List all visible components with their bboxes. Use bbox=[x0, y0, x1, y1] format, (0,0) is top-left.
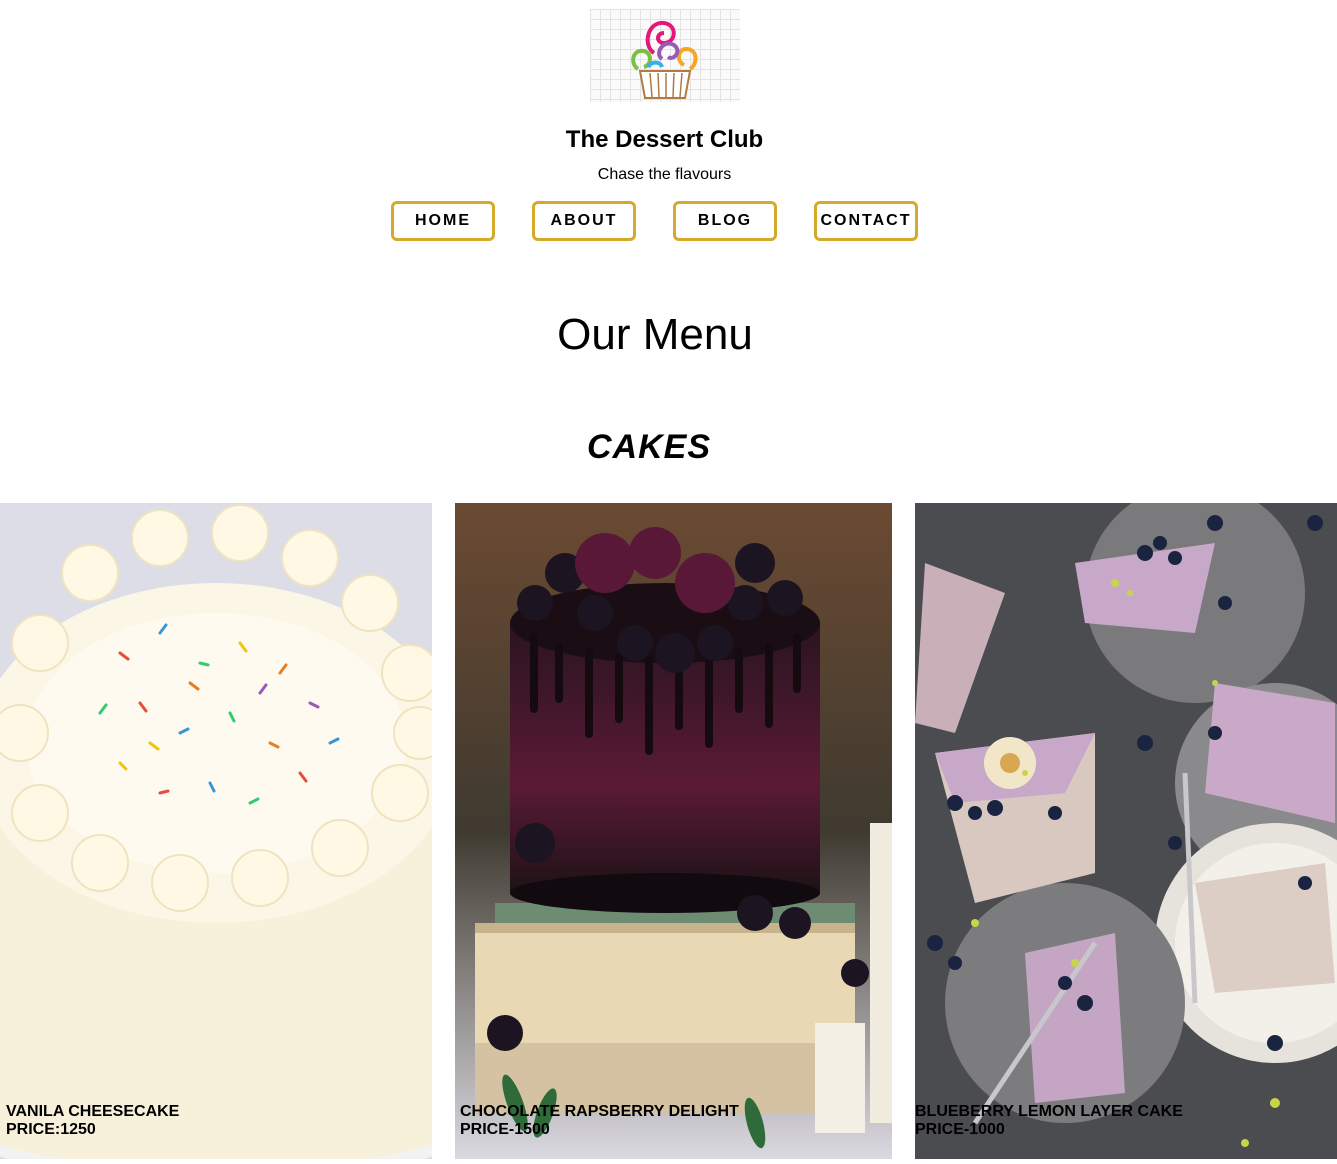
blueberry-lemon-image bbox=[915, 503, 1337, 1159]
nav-blog-label: BLOG bbox=[697, 212, 753, 229]
nav-blog-button[interactable]: BLOG bbox=[673, 201, 777, 241]
site-tagline: Chase the flavours bbox=[597, 166, 732, 183]
menu-card-chocolate-raspberry[interactable]: CHOCOLATE RAPSBERRY DELIGHT PRICE-1500 bbox=[455, 503, 892, 1159]
cakes-section-heading: CAKES bbox=[586, 428, 712, 466]
nav-home-button[interactable]: HOME bbox=[391, 201, 495, 241]
menu-heading: Our Menu bbox=[557, 310, 753, 359]
nav-about-label: ABOUT bbox=[550, 212, 618, 229]
cupcake-logo-icon bbox=[631, 20, 698, 99]
nav-about-button[interactable]: ABOUT bbox=[532, 201, 636, 241]
menu-card-vanilla-cheesecake[interactable]: VANILA CHEESECAKE PRICE:1250 bbox=[0, 503, 432, 1159]
nav-home-label: HOME bbox=[415, 212, 471, 229]
chocolate-raspberry-image bbox=[455, 503, 892, 1159]
blueberry-lemon-caption: BLUEBERRY LEMON LAYER CAKE PRICE-1000 bbox=[915, 1103, 1183, 1139]
card-title: VANILA CHEESECAKE bbox=[6, 1103, 180, 1120]
nav-contact-label: CONTACT bbox=[820, 212, 912, 229]
chocolate-raspberry-caption: CHOCOLATE RAPSBERRY DELIGHT PRICE-1500 bbox=[460, 1103, 739, 1139]
vanilla-cheesecake-caption: VANILA CHEESECAKE PRICE:1250 bbox=[6, 1103, 179, 1139]
card-price: PRICE-1000 bbox=[915, 1121, 1005, 1138]
card-price: PRICE-1500 bbox=[460, 1121, 550, 1138]
card-title: BLUEBERRY LEMON LAYER CAKE bbox=[915, 1103, 1183, 1120]
site-logo[interactable] bbox=[590, 9, 740, 102]
card-price: PRICE:1250 bbox=[6, 1121, 96, 1138]
vanilla-cheesecake-image bbox=[0, 503, 432, 1159]
menu-card-blueberry-lemon[interactable]: BLUEBERRY LEMON LAYER CAKE PRICE-1000 bbox=[915, 503, 1337, 1159]
card-title: CHOCOLATE RAPSBERRY DELIGHT bbox=[460, 1103, 739, 1120]
nav-contact-button[interactable]: CONTACT bbox=[814, 201, 918, 241]
site-title: The Dessert Club bbox=[565, 126, 764, 153]
